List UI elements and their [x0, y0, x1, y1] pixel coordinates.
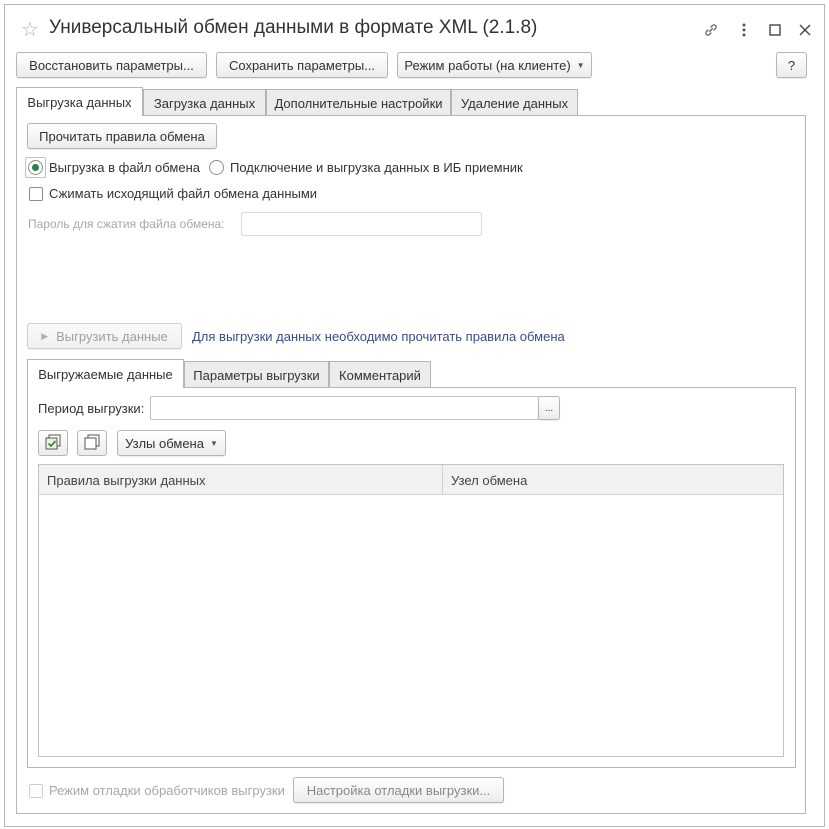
radio-export-to-file-label: Выгрузка в файл обмена	[49, 160, 200, 175]
read-rules-label: Прочитать правила обмена	[39, 128, 205, 144]
chevron-down-icon: ▼	[209, 438, 218, 448]
tab-import[interactable]: Загрузка данных	[143, 89, 266, 116]
exchange-nodes-label: Узлы обмена	[125, 435, 204, 451]
table-header: Правила выгрузки данных Узел обмена	[39, 465, 783, 495]
compress-label: Сжимать исходящий файл обмена данными	[49, 186, 318, 201]
debug-settings-label: Настройка отладки выгрузки...	[306, 782, 491, 798]
period-input[interactable]	[150, 396, 540, 420]
export-data-label: Выгрузить данные	[56, 328, 168, 344]
period-label: Период выгрузки:	[38, 401, 145, 416]
save-params-label: Сохранить параметры...	[228, 57, 376, 73]
debug-mode-checkbox[interactable]	[29, 784, 43, 798]
help-label: ?	[787, 57, 796, 73]
period-select-button[interactable]: ...	[538, 396, 560, 420]
favorite-star-icon[interactable]: ☆	[21, 20, 39, 40]
subtab-exported-data[interactable]: Выгружаемые данные	[27, 359, 184, 388]
play-icon: ▶	[41, 330, 49, 341]
debug-mode-label: Режим отладки обработчиков выгрузки	[49, 783, 285, 798]
restore-params-button[interactable]: Восстановить параметры...	[16, 52, 207, 78]
subtab-comment-label: Комментарий	[339, 367, 421, 383]
tab-additional-settings-label: Дополнительные настройки	[274, 95, 443, 111]
window-title: Универсальный обмен данными в формате XM…	[49, 17, 538, 38]
radio-connect-export-label: Подключение и выгрузка данных в ИБ прием…	[230, 160, 523, 175]
password-label: Пароль для сжатия файла обмена:	[28, 217, 225, 231]
close-icon[interactable]	[794, 19, 816, 41]
password-input[interactable]	[241, 212, 482, 236]
subtab-export-params-label: Параметры выгрузки	[193, 367, 320, 383]
tab-export[interactable]: Выгрузка данных	[16, 87, 143, 116]
tab-import-label: Загрузка данных	[153, 95, 256, 111]
subtab-comment[interactable]: Комментарий	[329, 361, 431, 388]
subtab-exported-data-label: Выгружаемые данные	[38, 366, 173, 382]
export-rules-table[interactable]: Правила выгрузки данных Узел обмена	[38, 464, 784, 757]
save-params-button[interactable]: Сохранить параметры...	[216, 52, 388, 78]
period-select-label: ...	[544, 402, 554, 414]
column-header-node[interactable]: Узел обмена	[443, 465, 783, 495]
more-menu-icon[interactable]	[733, 19, 755, 41]
tab-export-label: Выгрузка данных	[27, 94, 132, 110]
radio-export-to-file[interactable]	[28, 160, 43, 175]
help-button[interactable]: ?	[776, 52, 807, 78]
link-icon[interactable]	[700, 19, 722, 41]
radio-connect-export[interactable]	[209, 160, 224, 175]
read-rules-button[interactable]: Прочитать правила обмена	[27, 123, 217, 149]
check-all-icon	[44, 433, 62, 454]
exchange-nodes-dropdown[interactable]: Узлы обмена ▼	[117, 430, 226, 456]
uncheck-all-icon	[83, 433, 101, 454]
subtab-export-params[interactable]: Параметры выгрузки	[184, 361, 329, 388]
main-window: ☆ Универсальный обмен данными в формате …	[4, 4, 825, 827]
mode-label: Режим работы (на клиенте)	[404, 57, 571, 73]
restore-params-label: Восстановить параметры...	[29, 57, 194, 73]
maximize-icon[interactable]	[764, 19, 786, 41]
check-all-button[interactable]	[38, 430, 68, 456]
read-rules-hint-link[interactable]: Для выгрузки данных необходимо прочитать…	[192, 329, 565, 344]
compress-checkbox[interactable]	[29, 187, 43, 201]
tab-additional-settings[interactable]: Дополнительные настройки	[266, 89, 451, 116]
tab-delete-data[interactable]: Удаление данных	[451, 89, 578, 116]
uncheck-all-button[interactable]	[77, 430, 107, 456]
tab-delete-data-label: Удаление данных	[460, 95, 569, 111]
mode-dropdown-button[interactable]: Режим работы (на клиенте) ▼	[397, 52, 592, 78]
chevron-down-icon: ▼	[576, 60, 585, 70]
debug-settings-button[interactable]: Настройка отладки выгрузки...	[293, 777, 504, 803]
export-data-button[interactable]: ▶ Выгрузить данные	[27, 323, 182, 349]
column-header-rules[interactable]: Правила выгрузки данных	[39, 465, 443, 495]
